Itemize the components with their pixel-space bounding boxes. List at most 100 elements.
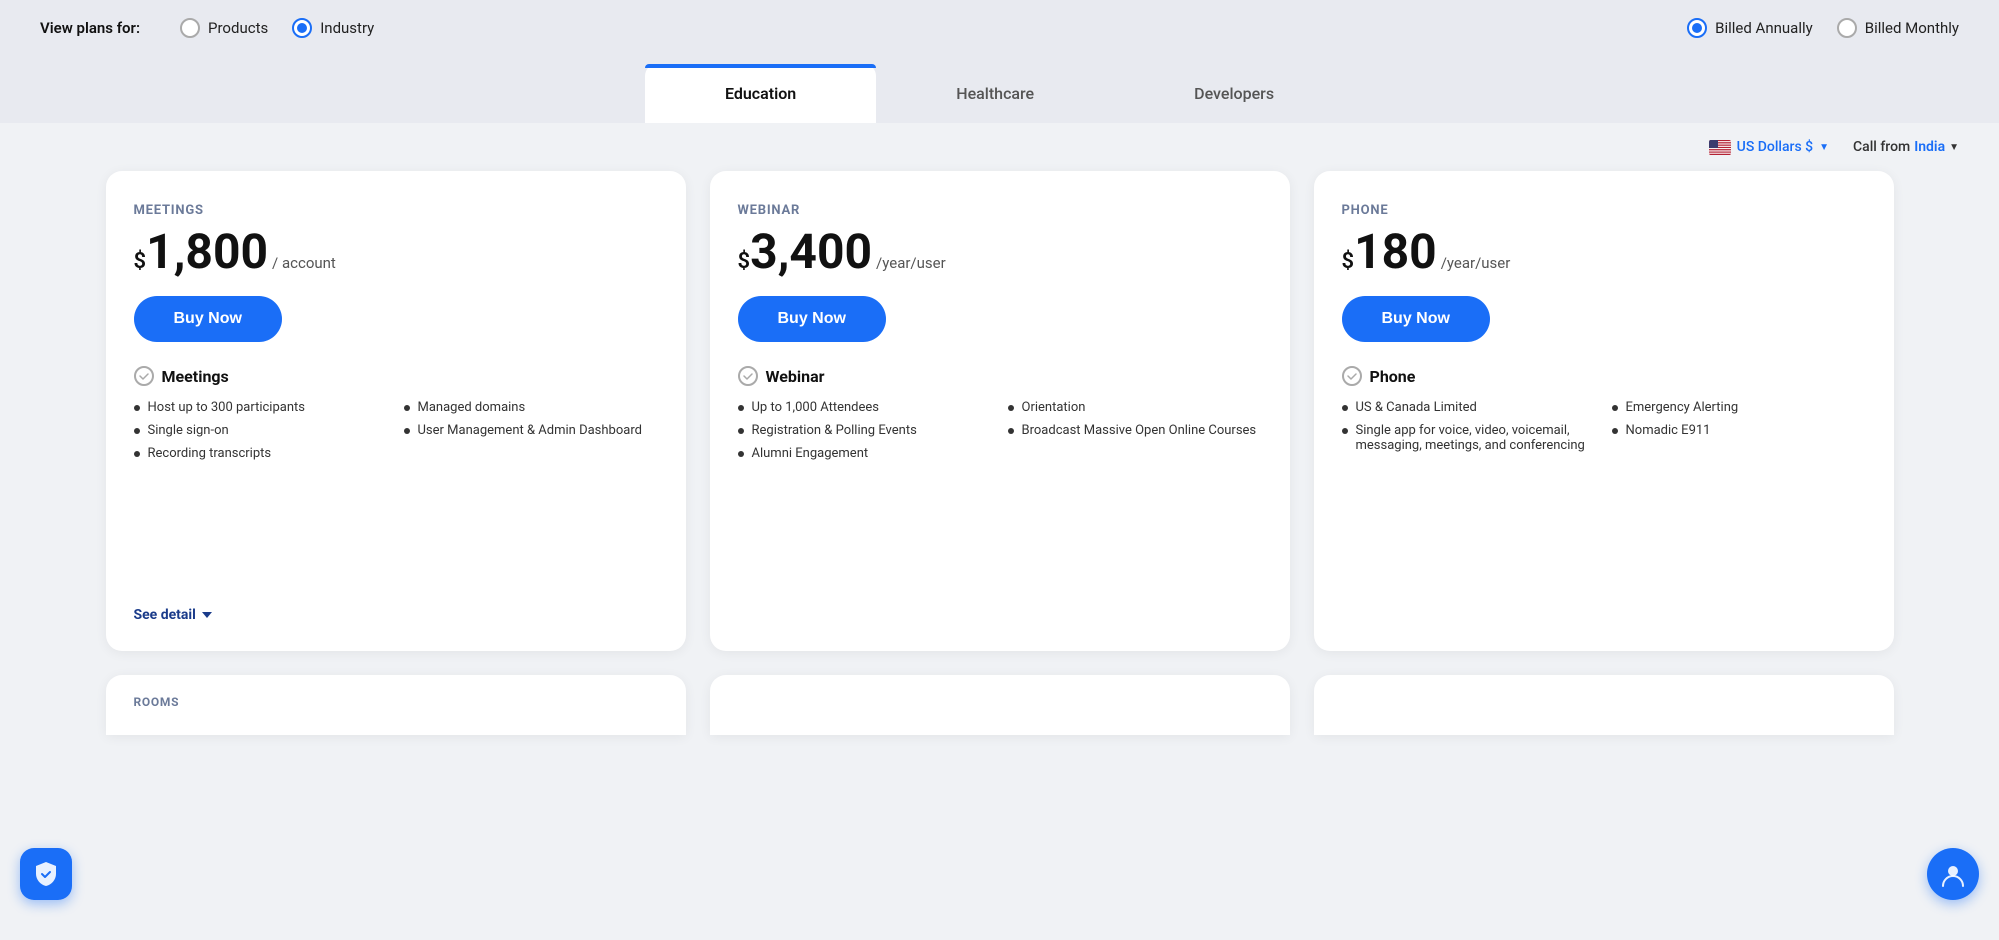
call-from-chevron-icon: ▼ [1949, 142, 1959, 153]
tab-healthcare[interactable]: Healthcare [876, 64, 1114, 123]
tab-education[interactable]: Education [645, 64, 876, 123]
cards-row: MEETINGS $ 1,800 / account Buy Now Meeti… [40, 171, 1959, 651]
tabs-bar: Education Healthcare Developers [0, 56, 1999, 123]
billing-group: Billed Annually Billed Monthly [1687, 18, 1959, 38]
bullet-icon [1008, 405, 1014, 411]
currency-selector[interactable]: US Dollars $ ▼ [1709, 139, 1829, 155]
phone-features-right: Emergency Alerting Nomadic E911 [1612, 400, 1866, 453]
top-bar: View plans for: Products Industry Billed… [0, 0, 1999, 56]
industry-radio-option[interactable]: Industry [292, 18, 374, 38]
phone-feature-1: US & Canada Limited [1342, 400, 1596, 415]
phone-plan-type: PHONE [1342, 203, 1866, 218]
webinar-features-left: Up to 1,000 Attendees Registration & Pol… [738, 400, 992, 461]
billed-monthly-circle [1837, 18, 1857, 38]
meetings-feature-1: Host up to 300 participants [134, 400, 388, 415]
webinar-plan-type: WEBINAR [738, 203, 1262, 218]
shield-icon [33, 860, 59, 888]
bullet-icon [134, 428, 140, 434]
phone-price-symbol: $ [1342, 249, 1355, 274]
webinar-price-amount: 3,400 [750, 228, 872, 276]
meetings-features-right: Managed domains User Management & Admin … [404, 400, 658, 461]
meetings-features-grid: Host up to 300 participants Single sign-… [134, 400, 658, 461]
webinar-price-symbol: $ [738, 249, 751, 274]
meetings-price-period: / account [272, 254, 336, 272]
meetings-card: MEETINGS $ 1,800 / account Buy Now Meeti… [106, 171, 686, 651]
meetings-features-left: Host up to 300 participants Single sign-… [134, 400, 388, 461]
currency-chevron-icon: ▼ [1819, 142, 1829, 153]
meetings-buy-button[interactable]: Buy Now [134, 296, 282, 342]
webinar-feature-5: Broadcast Massive Open Online Courses [1008, 423, 1262, 438]
meetings-check-icon [134, 366, 154, 386]
webinar-features-right: Orientation Broadcast Massive Open Onlin… [1008, 400, 1262, 461]
currency-bar: US Dollars $ ▼ Call from India ▼ [0, 123, 1999, 171]
rooms-label: ROOMS [134, 695, 658, 709]
meetings-feature-5: User Management & Admin Dashboard [404, 423, 658, 438]
billed-monthly-option[interactable]: Billed Monthly [1837, 18, 1959, 38]
meetings-see-detail[interactable]: See detail [134, 587, 658, 623]
tab-developers[interactable]: Developers [1114, 64, 1354, 123]
webinar-feature-1: Up to 1,000 Attendees [738, 400, 992, 415]
bullet-icon [738, 451, 744, 457]
products-radio-option[interactable]: Products [180, 18, 268, 38]
billed-annually-circle [1687, 18, 1707, 38]
call-from-prefix: Call from [1853, 139, 1910, 155]
webinar-buy-button[interactable]: Buy Now [738, 296, 886, 342]
phone-buy-button[interactable]: Buy Now [1342, 296, 1490, 342]
meetings-price-amount: 1,800 [146, 228, 268, 276]
products-label: Products [208, 19, 268, 37]
phone-check-icon [1342, 366, 1362, 386]
phone-card: PHONE $ 180 /year/user Buy Now Phone [1314, 171, 1894, 651]
view-plans-label: View plans for: [40, 19, 140, 37]
meetings-feature-3: Recording transcripts [134, 446, 388, 461]
bullet-icon [1008, 428, 1014, 434]
webinar-price-row: $ 3,400 /year/user [738, 228, 1262, 276]
phone-features-left: US & Canada Limited Single app for voice… [1342, 400, 1596, 453]
phone-price-period: /year/user [1441, 254, 1511, 272]
bullet-icon [1612, 428, 1618, 434]
meetings-feature-4: Managed domains [404, 400, 658, 415]
main-content: US Dollars $ ▼ Call from India ▼ MEETING… [0, 123, 1999, 775]
webinar-feature-2: Registration & Polling Events [738, 423, 992, 438]
billed-monthly-label: Billed Monthly [1865, 19, 1959, 37]
phone-feature-title: Phone [1342, 366, 1866, 386]
bullet-icon [404, 428, 410, 434]
products-radio-circle [180, 18, 200, 38]
security-shield-button[interactable] [20, 848, 72, 900]
avatar-icon [1939, 860, 1967, 888]
call-from-selector[interactable]: Call from India ▼ [1853, 139, 1959, 155]
bottom-partial-cards: ROOMS [40, 675, 1959, 735]
bullet-icon [1342, 405, 1348, 411]
industry-label: Industry [320, 19, 374, 37]
webinar-feature-title: Webinar [738, 366, 1262, 386]
bullet-icon [1342, 428, 1348, 434]
tabs-container: Education Healthcare Developers [645, 64, 1354, 123]
webinar-features-grid: Up to 1,000 Attendees Registration & Pol… [738, 400, 1262, 461]
phone-feature-2: Single app for voice, video, voicemail, … [1342, 423, 1596, 453]
phone-features-grid: US & Canada Limited Single app for voice… [1342, 400, 1866, 453]
chat-avatar-button[interactable] [1927, 848, 1979, 900]
phone-feature-3: Emergency Alerting [1612, 400, 1866, 415]
partial-card-3 [1314, 675, 1894, 735]
billed-annually-label: Billed Annually [1715, 19, 1813, 37]
webinar-check-icon [738, 366, 758, 386]
meetings-price-symbol: $ [134, 249, 147, 274]
call-from-location: India [1914, 139, 1945, 155]
webinar-feature-3: Alumni Engagement [738, 446, 992, 461]
phone-price-amount: 180 [1354, 228, 1437, 276]
meetings-feature-title: Meetings [134, 366, 658, 386]
webinar-feature-4: Orientation [1008, 400, 1262, 415]
plan-type-radio-group: Products Industry [180, 18, 374, 38]
cards-area: MEETINGS $ 1,800 / account Buy Now Meeti… [0, 171, 1999, 775]
rooms-partial-card: ROOMS [106, 675, 686, 735]
billed-annually-option[interactable]: Billed Annually [1687, 18, 1813, 38]
us-flag-icon [1709, 140, 1731, 155]
bullet-icon [404, 405, 410, 411]
meetings-plan-type: MEETINGS [134, 203, 658, 218]
industry-radio-circle [292, 18, 312, 38]
bullet-icon [134, 451, 140, 457]
phone-price-row: $ 180 /year/user [1342, 228, 1866, 276]
webinar-card: WEBINAR $ 3,400 /year/user Buy Now Webin… [710, 171, 1290, 651]
webinar-price-period: /year/user [876, 254, 946, 272]
meetings-price-row: $ 1,800 / account [134, 228, 658, 276]
bullet-icon [1612, 405, 1618, 411]
